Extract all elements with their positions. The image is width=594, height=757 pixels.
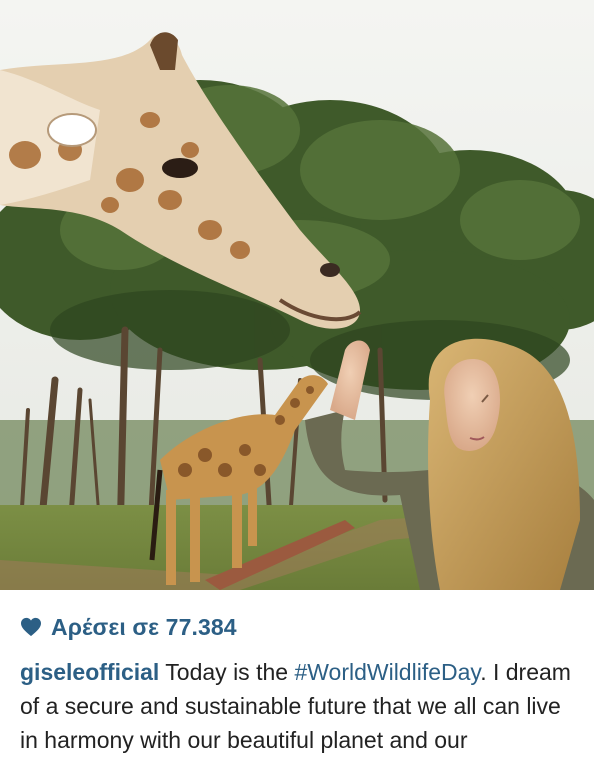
likes-row[interactable]: Αρέσει σε 77.384 xyxy=(20,611,237,643)
instagram-post: Αρέσει σε 77.384 giseleofficial Today is… xyxy=(0,0,594,753)
caption-text-start: Today is the xyxy=(159,659,295,685)
post-photo[interactable] xyxy=(0,0,594,590)
post-caption: giseleofficial Today is the #WorldWildli… xyxy=(20,655,580,757)
username-link[interactable]: giseleofficial xyxy=(20,659,159,685)
hashtag-link[interactable]: #WorldWildlifeDay xyxy=(294,659,480,685)
likes-count[interactable]: Αρέσει σε 77.384 xyxy=(51,614,237,641)
heart-icon[interactable] xyxy=(20,617,42,637)
